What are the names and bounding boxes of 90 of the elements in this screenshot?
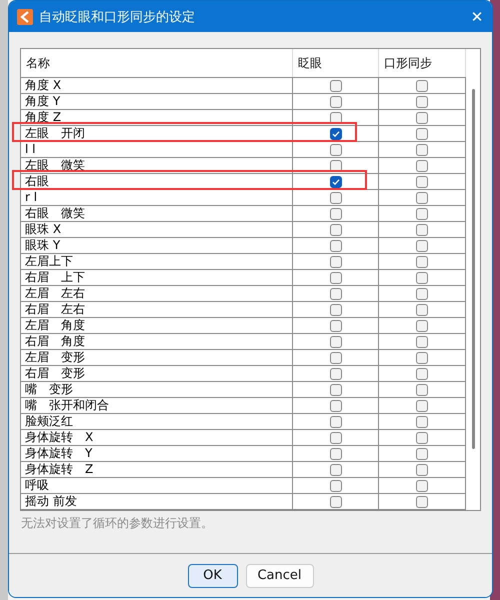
checkbox[interactable] bbox=[330, 272, 342, 284]
checkbox[interactable] bbox=[330, 416, 342, 428]
checkbox[interactable] bbox=[330, 80, 342, 92]
checkbox[interactable] bbox=[330, 240, 342, 252]
checkbox[interactable] bbox=[416, 256, 428, 268]
parameter-name: 角度 Z bbox=[21, 110, 293, 125]
column-header: 眨眼 bbox=[293, 49, 379, 77]
checkbox[interactable] bbox=[416, 400, 428, 412]
parameter-name: 脸颊泛红 bbox=[21, 414, 293, 429]
checkbox[interactable] bbox=[330, 96, 342, 108]
checkbox[interactable] bbox=[416, 80, 428, 92]
checkbox[interactable] bbox=[416, 336, 428, 348]
parameter-name: 摇动 前发 bbox=[21, 494, 293, 509]
checkbox[interactable] bbox=[330, 288, 342, 300]
checkbox[interactable] bbox=[330, 368, 342, 380]
parameter-name: r l bbox=[21, 190, 293, 205]
parameter-name: 右眉 变形 bbox=[21, 366, 293, 381]
parameter-name: 角度 X bbox=[21, 78, 293, 93]
checkbox[interactable] bbox=[330, 224, 342, 236]
checkbox[interactable] bbox=[416, 192, 428, 204]
parameter-name: 左眉 角度 bbox=[21, 318, 293, 333]
cancel-button[interactable]: Cancel bbox=[246, 564, 314, 588]
checkbox[interactable] bbox=[330, 496, 342, 508]
note-text: 无法对设置了循环的参数进行设置。 bbox=[20, 515, 214, 532]
checkbox[interactable] bbox=[330, 384, 342, 396]
checkbox[interactable] bbox=[330, 256, 342, 268]
checkbox[interactable] bbox=[416, 304, 428, 316]
checkbox[interactable] bbox=[330, 432, 342, 444]
scrollbar-thumb[interactable] bbox=[472, 89, 475, 449]
checkbox[interactable] bbox=[416, 96, 428, 108]
checkbox[interactable] bbox=[416, 240, 428, 252]
parameter-name: 眼珠 Y bbox=[21, 238, 293, 253]
checkbox[interactable] bbox=[416, 176, 428, 188]
parameter-name: 左眉 左右 bbox=[21, 286, 293, 301]
checkbox[interactable] bbox=[330, 464, 342, 476]
checkbox[interactable] bbox=[330, 160, 342, 172]
parameter-name: 右眉 左右 bbox=[21, 302, 293, 317]
checkbox[interactable] bbox=[416, 352, 428, 364]
parameter-name: 嘴 变形 bbox=[21, 382, 293, 397]
checkbox[interactable] bbox=[330, 192, 342, 204]
checkbox[interactable] bbox=[330, 128, 342, 140]
checkbox[interactable] bbox=[416, 128, 428, 140]
checkbox[interactable] bbox=[416, 496, 428, 508]
checkbox[interactable] bbox=[330, 352, 342, 364]
checkbox[interactable] bbox=[416, 112, 428, 124]
app-logo-icon bbox=[17, 8, 33, 24]
checkbox[interactable] bbox=[330, 112, 342, 124]
parameter-name: 眼珠 X bbox=[21, 222, 293, 237]
parameter-name: 左眉 变形 bbox=[21, 350, 293, 365]
checkbox[interactable] bbox=[416, 368, 428, 380]
checkbox[interactable] bbox=[416, 272, 428, 284]
checkbox[interactable] bbox=[416, 320, 428, 332]
checkbox[interactable] bbox=[416, 432, 428, 444]
checkbox[interactable] bbox=[330, 336, 342, 348]
parameter-name: 身体旋转 Z bbox=[21, 462, 293, 477]
checkbox[interactable] bbox=[416, 480, 428, 492]
checkbox[interactable] bbox=[416, 224, 428, 236]
checkbox[interactable] bbox=[330, 320, 342, 332]
checkbox[interactable] bbox=[330, 144, 342, 156]
parameter-name: 右眼 微笑 bbox=[21, 206, 293, 221]
checkbox[interactable] bbox=[330, 208, 342, 220]
parameter-name: 角度 Y bbox=[21, 94, 293, 109]
close-button[interactable]: ✕ bbox=[462, 8, 492, 26]
ok-button[interactable]: OK bbox=[188, 564, 238, 588]
checkbox[interactable] bbox=[416, 384, 428, 396]
parameter-name: l l bbox=[21, 142, 293, 157]
checkbox[interactable] bbox=[330, 400, 342, 412]
parameter-name: 左眼 微笑 bbox=[21, 158, 293, 173]
column-header: 名称 bbox=[21, 49, 293, 77]
parameter-name: 身体旋转 Y bbox=[21, 446, 293, 461]
checkbox[interactable] bbox=[416, 160, 428, 172]
checkbox[interactable] bbox=[416, 416, 428, 428]
parameter-name: 右眉 上下 bbox=[21, 270, 293, 285]
parameter-name: 左眼 开闭 bbox=[21, 126, 293, 141]
parameter-name: 右眼 bbox=[21, 174, 293, 189]
checkbox[interactable] bbox=[330, 304, 342, 316]
checkbox[interactable] bbox=[416, 288, 428, 300]
checkbox[interactable] bbox=[416, 448, 428, 460]
parameter-name: 嘴 张开和闭合 bbox=[21, 398, 293, 413]
parameter-name: 呼吸 bbox=[21, 478, 293, 493]
checkbox[interactable] bbox=[416, 144, 428, 156]
parameter-name: 右眉 角度 bbox=[21, 334, 293, 349]
checkbox[interactable] bbox=[416, 208, 428, 220]
checkbox[interactable] bbox=[416, 464, 428, 476]
parameter-name: 身体旋转 X bbox=[21, 430, 293, 445]
checkbox[interactable] bbox=[330, 480, 342, 492]
window-title: 自动眨眼和口形同步的设定 bbox=[39, 8, 196, 26]
checkbox[interactable] bbox=[330, 448, 342, 460]
parameter-name: 左眉上下 bbox=[21, 254, 293, 269]
checkbox[interactable] bbox=[330, 176, 342, 188]
